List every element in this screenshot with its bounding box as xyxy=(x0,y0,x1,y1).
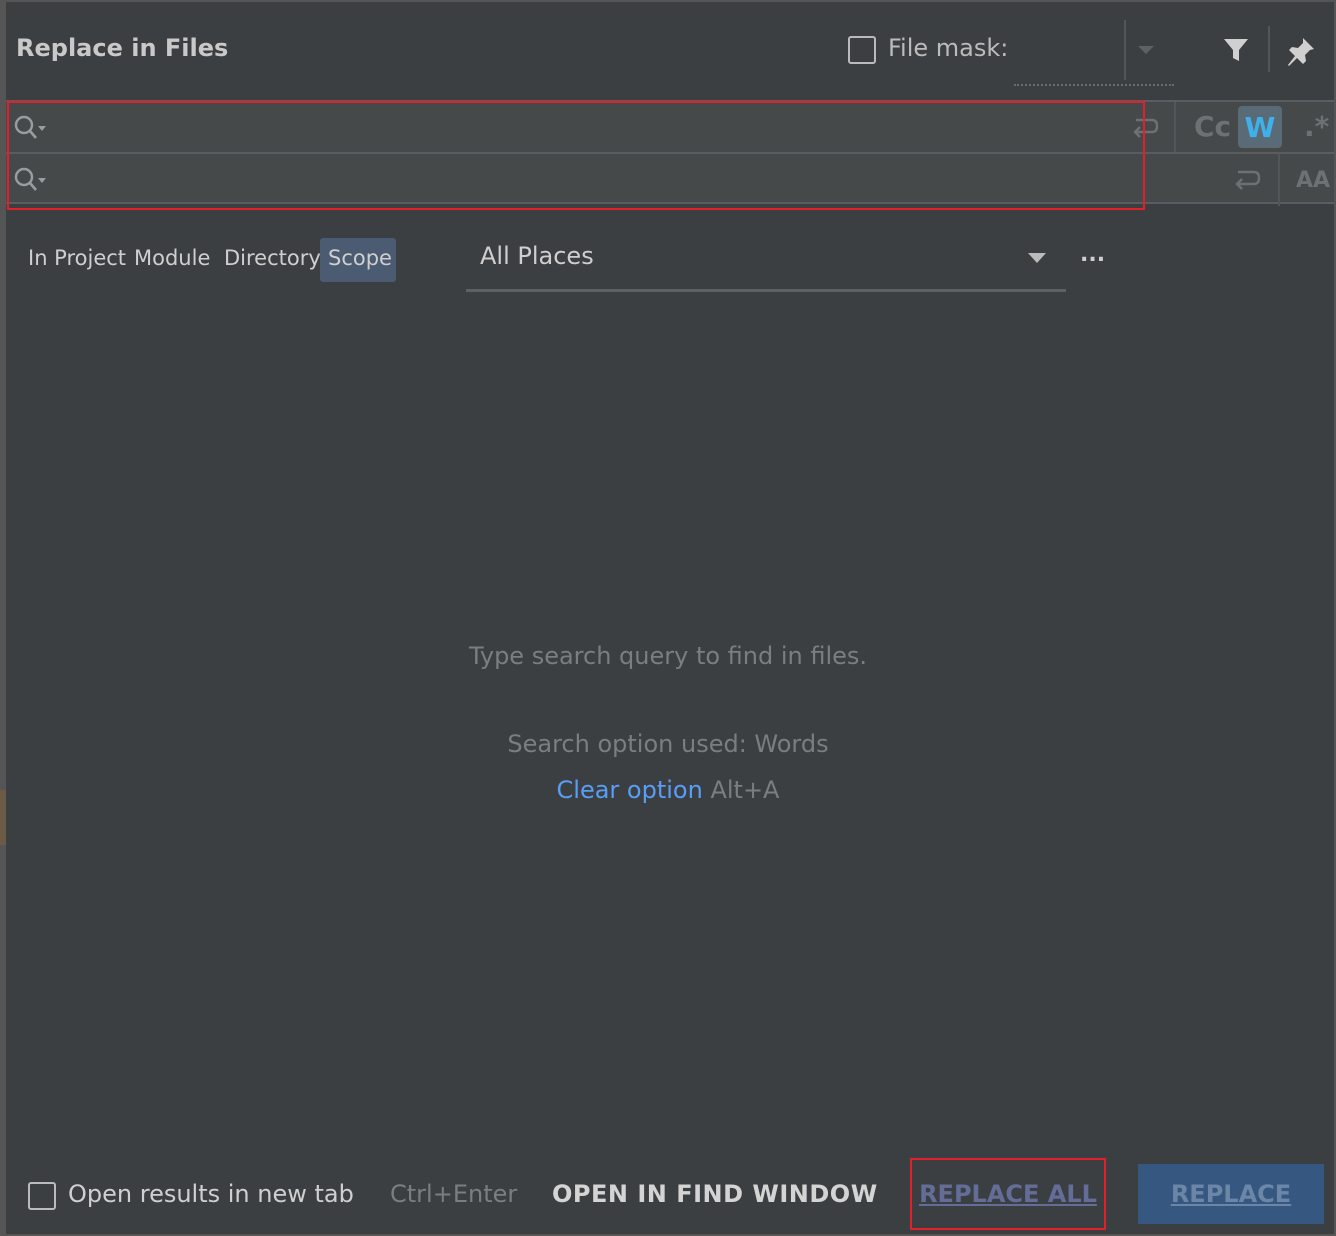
scope-select[interactable]: All Places xyxy=(466,236,1066,292)
empty-message: Type search query to find in files. xyxy=(468,642,868,670)
preserve-case-toggle[interactable]: AA xyxy=(1296,168,1330,193)
regex-toggle[interactable]: .* xyxy=(1304,110,1329,143)
more-button[interactable]: ... xyxy=(1080,242,1105,267)
replace-options-separator xyxy=(1278,154,1280,206)
search-input[interactable] xyxy=(52,108,1132,148)
replace-all-button[interactable]: REPLACE ALL xyxy=(910,1158,1106,1230)
match-case-toggle[interactable]: Cc xyxy=(1194,110,1231,143)
file-mask-label[interactable]: File mask: xyxy=(888,34,1008,62)
search-icon[interactable] xyxy=(12,166,48,194)
open-new-tab-checkbox[interactable] xyxy=(28,1182,56,1210)
search-options-separator xyxy=(1174,102,1176,154)
clear-option-link[interactable]: Clear option xyxy=(557,776,703,804)
replace-button[interactable]: REPLACE xyxy=(1138,1164,1324,1224)
chevron-down-icon[interactable] xyxy=(1138,46,1154,54)
tab-in-project[interactable]: In Project xyxy=(28,246,126,270)
option-message: Search option used: Words xyxy=(507,730,829,758)
pin-icon[interactable] xyxy=(1282,32,1320,70)
search-icon[interactable] xyxy=(12,114,48,142)
file-mask-combo[interactable] xyxy=(1014,84,1174,86)
clear-option-line: Clear option Alt+A xyxy=(0,776,1336,804)
words-toggle[interactable]: W xyxy=(1238,106,1282,148)
replace-input[interactable] xyxy=(52,160,1132,200)
chevron-down-icon xyxy=(1028,253,1046,263)
header-separator xyxy=(1268,26,1270,72)
newline-icon[interactable] xyxy=(1232,166,1262,194)
tab-directory[interactable]: Directory xyxy=(224,246,321,270)
filter-icon[interactable] xyxy=(1218,32,1254,68)
replace-field-row: AA xyxy=(6,152,1334,206)
file-mask-checkbox[interactable] xyxy=(848,36,876,64)
scope-select-value: All Places xyxy=(480,242,594,270)
clear-option-shortcut: Alt+A xyxy=(710,776,780,804)
file-mask-separator xyxy=(1124,20,1126,80)
open-shortcut-hint: Ctrl+Enter xyxy=(390,1180,518,1208)
search-field-row: Cc W .* xyxy=(6,100,1334,154)
open-new-tab-label[interactable]: Open results in new tab xyxy=(68,1180,354,1208)
tab-scope[interactable]: Scope xyxy=(328,246,392,270)
open-in-find-window-button[interactable]: OPEN IN FIND WINDOW xyxy=(552,1180,878,1208)
newline-icon[interactable] xyxy=(1130,114,1160,142)
dialog-title: Replace in Files xyxy=(16,34,229,62)
tab-module[interactable]: Module xyxy=(134,246,210,270)
